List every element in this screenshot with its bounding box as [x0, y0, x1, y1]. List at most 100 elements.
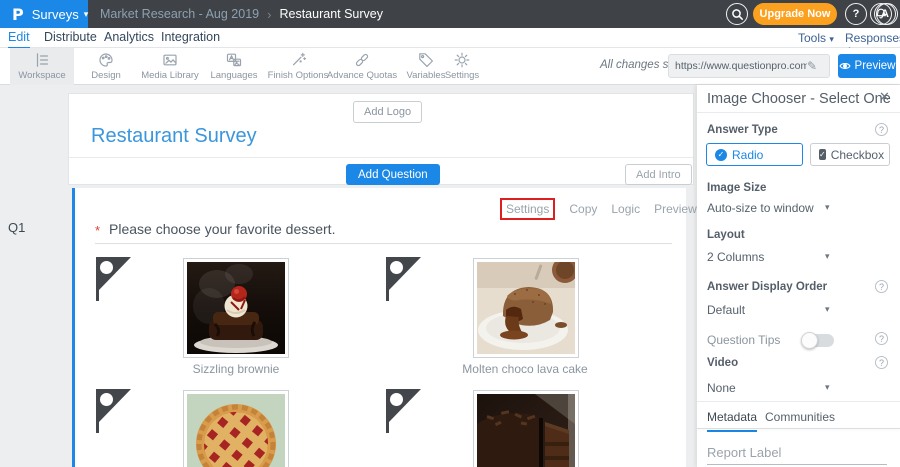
toggle-knob [801, 332, 818, 349]
answer-display-order-label: Answer Display Order [707, 281, 827, 293]
survey-url-input[interactable] [669, 60, 807, 72]
toolbar-finish-options[interactable]: Finish Options [266, 48, 330, 85]
option-1-radio-marker[interactable] [96, 257, 134, 303]
option-1-caption[interactable]: Sizzling brownie [156, 362, 316, 376]
breadcrumb-current: Restaurant Survey [279, 7, 383, 21]
translate-icon [226, 52, 242, 68]
eye-icon [839, 61, 851, 71]
tab-integration[interactable]: Integration [161, 30, 220, 47]
breadcrumb-separator-icon: › [267, 7, 271, 22]
chevron-down-icon: ▾ [825, 202, 830, 213]
add-question-button[interactable]: Add Question [346, 164, 440, 185]
image-icon [162, 52, 178, 68]
breadcrumb-folder[interactable]: Market Research - Aug 2019 [100, 7, 259, 21]
answer-display-order-help-icon[interactable]: ? [875, 280, 888, 293]
magic-wand-icon [290, 52, 306, 68]
question-settings-link[interactable]: Settings [506, 202, 549, 216]
edit-url-icon[interactable]: ✎ [807, 59, 817, 73]
survey-title[interactable]: Restaurant Survey [91, 125, 257, 148]
toolbar-settings-label: Settings [445, 70, 479, 81]
toolbar-languages-label: Languages [210, 70, 257, 81]
add-logo-button[interactable]: Add Logo [353, 101, 422, 123]
edit-toolbar: Workspace Design Media Library Languages… [0, 48, 900, 85]
toolbar-media-library-label: Media Library [141, 70, 199, 81]
surveys-dropdown[interactable]: Surveys ▾ [32, 7, 89, 22]
toolbar-advance-quotas-label: Advance Quotas [327, 70, 397, 81]
question-copy-link[interactable]: Copy [569, 202, 597, 216]
toolbar-advance-quotas[interactable]: Advance Quotas [330, 48, 394, 85]
brand-area[interactable]: P Surveys ▾ [0, 0, 88, 28]
option-4-image-chocolate-cake[interactable] [473, 390, 579, 467]
question-tips-help-icon[interactable]: ? [875, 332, 888, 345]
chevron-down-icon: ▾ [825, 251, 830, 262]
question-preview-link[interactable]: Preview [654, 202, 697, 216]
option-2-image-molten-choco-lava-cake[interactable] [473, 258, 579, 358]
image-size-label: Image Size [707, 182, 766, 194]
option-2-caption[interactable]: Molten choco lava cake [445, 362, 605, 376]
radio-label: Radio [732, 148, 763, 162]
option-4-radio-marker[interactable] [386, 389, 424, 435]
palette-icon [98, 52, 114, 68]
answer-type-checkbox-button[interactable]: ✓ Checkbox [810, 143, 890, 166]
chevron-down-icon: ▾ [825, 382, 830, 393]
chevron-down-icon: ▾ [84, 9, 89, 20]
option-1-image-sizzling-brownie[interactable] [183, 258, 289, 358]
question-logic-link[interactable]: Logic [611, 202, 640, 216]
workspace-icon [34, 52, 50, 68]
tab-analytics[interactable]: Analytics [104, 30, 154, 47]
sizzling-brownie-photo [187, 262, 285, 354]
toolbar-media-library[interactable]: Media Library [138, 48, 202, 85]
search-button[interactable] [726, 3, 748, 25]
tab-communities[interactable]: Communities [765, 410, 835, 430]
top-bar: P Surveys ▾ Market Research - Aug 2019 ›… [0, 0, 900, 28]
answer-type-help-icon[interactable]: ? [875, 123, 888, 136]
toolbar-languages[interactable]: Languages [202, 48, 266, 85]
divider [697, 401, 900, 402]
toolbar-workspace-label: Workspace [18, 70, 65, 81]
report-label-input[interactable] [707, 441, 887, 465]
question-settings-panel: Image Chooser - Select One ✕ Answer Type… [697, 85, 900, 467]
toolbar-design[interactable]: Design [74, 48, 138, 85]
toolbar-design-label: Design [91, 70, 121, 81]
answer-type-label: Answer Type [707, 124, 778, 136]
question-number: Q1 [8, 220, 25, 235]
tab-divider [697, 428, 900, 429]
toolbar-settings[interactable]: Settings [430, 48, 494, 85]
checkbox-label: Checkbox [831, 148, 884, 162]
checkbox-icon: ✓ [819, 149, 826, 160]
video-help-icon[interactable]: ? [875, 356, 888, 369]
video-label: Video [707, 357, 738, 369]
tab-edit[interactable]: Edit [8, 30, 30, 49]
molten-choco-lava-cake-photo [477, 262, 575, 354]
toolbar-workspace[interactable]: Workspace [10, 48, 74, 85]
preview-button[interactable]: Preview [838, 54, 896, 78]
help-button[interactable]: ? [845, 3, 867, 25]
answer-type-radio-button[interactable]: ✓ Radio [706, 143, 803, 166]
question-text[interactable]: Please choose your favorite dessert. [109, 221, 335, 237]
search-icon [730, 7, 745, 22]
question-text-underline [95, 243, 672, 244]
option-3-radio-marker[interactable] [96, 389, 134, 435]
layout-label: Layout [707, 229, 745, 241]
chevron-down-icon: ▾ [825, 304, 830, 315]
chocolate-cake-photo [477, 394, 575, 467]
tab-distribute[interactable]: Distribute [44, 30, 97, 47]
tools-label: Tools [798, 31, 826, 45]
avatar[interactable]: A [874, 3, 896, 25]
required-asterisk: * [95, 223, 100, 238]
add-intro-button[interactable]: Add Intro [625, 164, 692, 185]
avatar-initial: A [881, 8, 889, 20]
question-tips-toggle[interactable] [802, 334, 834, 347]
panel-title: Image Chooser - Select One [707, 91, 891, 107]
tools-menu[interactable]: Tools ▾ [798, 31, 834, 45]
close-icon[interactable]: ✕ [879, 90, 890, 105]
option-2-radio-marker[interactable] [386, 257, 424, 303]
upgrade-now-button[interactable]: Upgrade Now [753, 3, 837, 25]
option-3-image-lattice-pie[interactable] [183, 390, 289, 467]
survey-url-box: ✎ [668, 54, 830, 78]
divider [69, 157, 693, 158]
survey-header-card: Add Logo Restaurant Survey Add Question … [68, 93, 694, 185]
settings-annotation-highlight: Settings [500, 198, 555, 220]
lattice-pie-photo [187, 394, 285, 467]
chain-link-icon [354, 52, 370, 68]
